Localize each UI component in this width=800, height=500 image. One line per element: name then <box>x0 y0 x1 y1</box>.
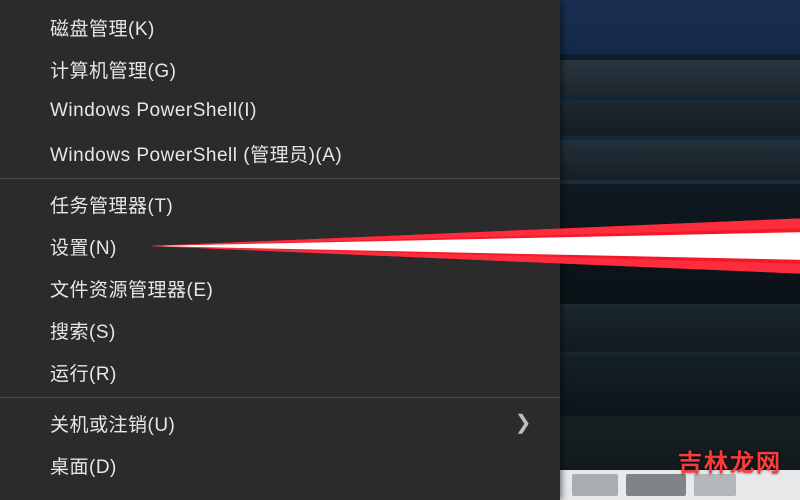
bg-plank <box>560 100 800 136</box>
menu-item-label: 搜索(S) <box>50 317 116 344</box>
menu-separator <box>0 178 560 179</box>
menu-group: 关机或注销(U) ❯ 桌面(D) <box>0 402 560 486</box>
menu-item-label: 运行(R) <box>50 359 117 386</box>
menu-separator <box>0 397 560 398</box>
menu-item-label: 磁盘管理(K) <box>50 14 155 41</box>
menu-item-label: Windows PowerShell(I) <box>50 100 257 122</box>
menu-group: 磁盘管理(K) 计算机管理(G) Windows PowerShell(I) W… <box>0 0 560 174</box>
menu-item-label: 关机或注销(U) <box>50 410 175 437</box>
menu-item-run[interactable]: 运行(R) <box>0 351 560 393</box>
watermark-text: 吉林龙网 <box>678 443 782 478</box>
bg-plank <box>560 184 800 304</box>
menu-item-computer-management[interactable]: 计算机管理(G) <box>0 48 560 90</box>
taskbar-button[interactable] <box>626 474 686 496</box>
menu-item-shutdown-signout[interactable]: 关机或注销(U) ❯ <box>0 402 560 444</box>
screenshot-root: 磁盘管理(K) 计算机管理(G) Windows PowerShell(I) W… <box>0 0 800 500</box>
menu-item-label: 设置(N) <box>50 233 117 260</box>
menu-item-label: 计算机管理(G) <box>50 56 176 83</box>
menu-item-task-manager[interactable]: 任务管理器(T) <box>0 183 560 225</box>
bg-sky <box>560 0 800 56</box>
bg-plank <box>560 60 800 96</box>
menu-item-file-explorer[interactable]: 文件资源管理器(E) <box>0 267 560 309</box>
menu-item-powershell[interactable]: Windows PowerShell(I) <box>0 90 560 132</box>
menu-item-label: 桌面(D) <box>50 452 117 479</box>
menu-item-label: 文件资源管理器(E) <box>50 275 213 302</box>
menu-group: 任务管理器(T) 设置(N) 文件资源管理器(E) 搜索(S) 运行(R) <box>0 183 560 393</box>
menu-item-powershell-admin[interactable]: Windows PowerShell (管理员)(A) <box>0 132 560 174</box>
bg-plank <box>560 356 800 416</box>
winx-context-menu: 磁盘管理(K) 计算机管理(G) Windows PowerShell(I) W… <box>0 0 560 500</box>
menu-item-label: 任务管理器(T) <box>50 191 173 218</box>
taskbar-button[interactable] <box>572 474 618 496</box>
menu-item-label: Windows PowerShell (管理员)(A) <box>50 140 342 167</box>
bg-plank <box>560 140 800 180</box>
menu-item-disk-management[interactable]: 磁盘管理(K) <box>0 6 560 48</box>
chevron-right-icon: ❯ <box>515 413 532 433</box>
menu-item-settings[interactable]: 设置(N) <box>0 225 560 267</box>
menu-item-desktop[interactable]: 桌面(D) <box>0 444 560 486</box>
menu-item-search[interactable]: 搜索(S) <box>0 309 560 351</box>
bg-plank <box>560 308 800 352</box>
